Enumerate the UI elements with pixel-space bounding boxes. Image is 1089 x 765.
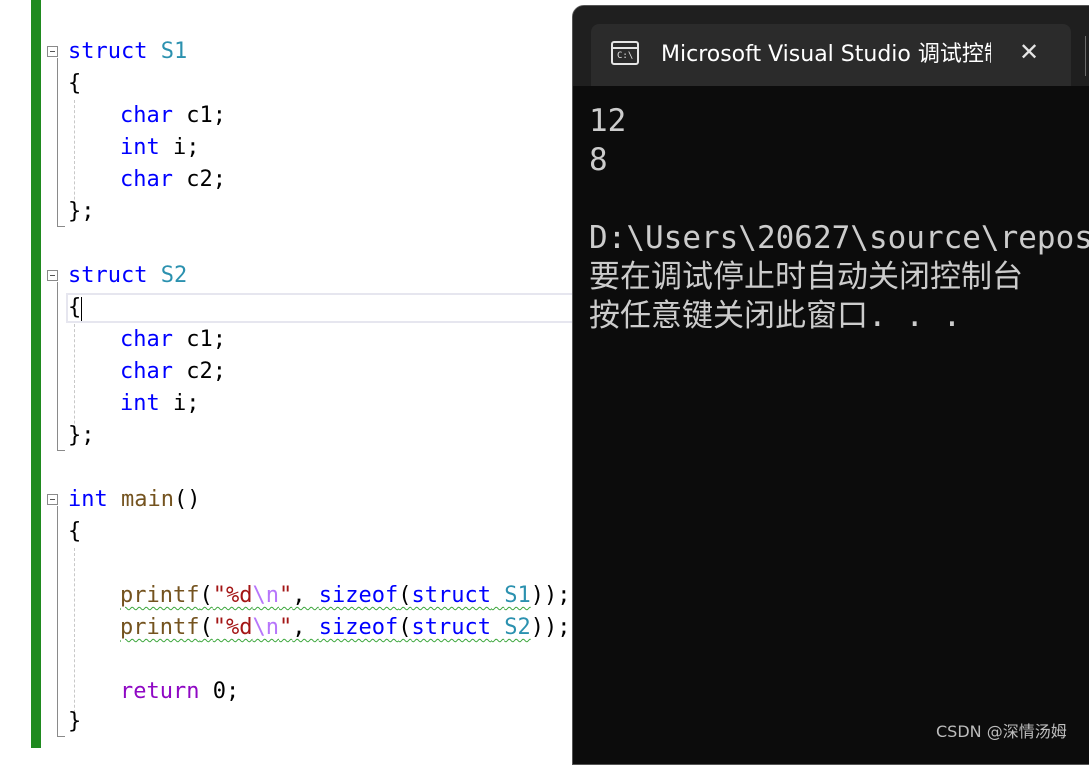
squiggle-warning[interactable]: printf("%d\n", sizeof(struct S1: [120, 583, 531, 608]
punct: ,: [292, 615, 319, 640]
brace: {: [68, 295, 82, 320]
member: c2;: [172, 359, 226, 384]
output-line: 按任意键关闭此窗口. . .: [589, 298, 962, 334]
console-title: Microsoft Visual Studio 调试控制台: [661, 42, 991, 67]
outline-end-main: [57, 736, 65, 737]
punct: ));: [530, 583, 571, 608]
function-name: printf: [120, 615, 200, 640]
collapse-struct-s2-icon[interactable]: [47, 270, 58, 281]
type-name: S2: [504, 615, 531, 640]
code-line[interactable]: {: [68, 68, 81, 100]
keyword: char: [120, 103, 173, 128]
code-line[interactable]: };: [68, 196, 95, 228]
brace: };: [68, 423, 95, 448]
function-name: main: [121, 487, 174, 512]
debug-console-window[interactable]: C:\ Microsoft Visual Studio 调试控制台 ✕ 128 …: [572, 5, 1089, 765]
escape-seq: \n: [252, 583, 279, 608]
keyword: char: [120, 359, 173, 384]
member: i;: [159, 391, 200, 416]
punct: (: [398, 615, 412, 640]
code-line[interactable]: char c2;: [120, 356, 226, 388]
output-line: D:\Users\20627\source\repos: [589, 220, 1089, 256]
tab-divider: [1085, 36, 1086, 76]
code-line[interactable]: char c2;: [120, 164, 226, 196]
terminal-icon-label: C:\: [617, 51, 634, 61]
parens: (): [173, 487, 201, 512]
indent-guide-main: [74, 548, 75, 728]
keyword: struct: [411, 615, 491, 640]
punct: (: [199, 583, 213, 608]
console-titlebar[interactable]: C:\ Microsoft Visual Studio 调试控制台 ✕: [573, 6, 1089, 86]
code-line[interactable]: };: [68, 420, 95, 452]
output-line: 8: [589, 142, 608, 178]
collapse-main-icon[interactable]: [47, 494, 58, 505]
brace: {: [68, 71, 82, 96]
keyword: sizeof: [318, 615, 399, 640]
brace: }: [68, 709, 82, 734]
punct: ,: [292, 583, 319, 608]
member: c2;: [172, 167, 226, 192]
outline-line-s2: [57, 282, 58, 450]
member: c1;: [172, 327, 226, 352]
current-line-highlight: [66, 293, 586, 323]
code-line[interactable]: char c1;: [120, 100, 226, 132]
keyword: struct: [68, 39, 148, 64]
code-line[interactable]: struct S1: [68, 36, 187, 68]
code-line[interactable]: {: [68, 292, 81, 324]
brace: {: [68, 519, 82, 544]
keyword: int: [68, 487, 108, 512]
outline-line-main: [57, 506, 58, 736]
outline-end-s2: [57, 450, 65, 451]
watermark: CSDN @深情汤姆: [936, 722, 1067, 741]
keyword: int: [120, 135, 160, 160]
output-line: 12: [589, 103, 627, 139]
collapse-struct-s1-icon[interactable]: [47, 46, 58, 57]
code-line[interactable]: {: [68, 516, 81, 548]
string: "%d: [212, 583, 253, 608]
code-line[interactable]: return 0;: [120, 676, 239, 708]
brace: };: [68, 199, 95, 224]
outline-end-s1: [57, 226, 65, 227]
punct: (: [199, 615, 213, 640]
escape-seq: \n: [252, 615, 279, 640]
punct: ));: [530, 615, 571, 640]
code-line[interactable]: int i;: [120, 132, 200, 164]
code-line[interactable]: char c1;: [120, 324, 226, 356]
close-icon[interactable]: ✕: [1015, 38, 1043, 66]
return-value: 0;: [199, 679, 240, 704]
string: ": [278, 583, 293, 608]
keyword: int: [120, 391, 160, 416]
keyword: sizeof: [318, 583, 399, 608]
code-line[interactable]: struct S2: [68, 260, 187, 292]
code-line[interactable]: printf("%d\n", sizeof(struct S1));: [120, 580, 570, 612]
type-name: S1: [160, 39, 188, 64]
code-line[interactable]: int main(): [68, 484, 200, 516]
string: "%d: [212, 615, 253, 640]
code-line[interactable]: printf("%d\n", sizeof(struct S2));: [120, 612, 570, 644]
type-name: S2: [160, 263, 188, 288]
keyword: char: [120, 167, 173, 192]
keyword: struct: [68, 263, 148, 288]
terminal-icon: C:\: [611, 41, 639, 65]
member: i;: [159, 135, 200, 160]
keyword: char: [120, 327, 173, 352]
code-line[interactable]: }: [68, 706, 81, 738]
punct: (: [398, 583, 412, 608]
type-name: S1: [504, 583, 531, 608]
member: c1;: [172, 103, 226, 128]
keyword: struct: [411, 583, 491, 608]
outline-line-s1: [57, 58, 58, 226]
output-line: 要在调试停止时自动关闭控制台: [589, 259, 1023, 295]
function-name: printf: [120, 583, 200, 608]
change-indicator-bar: [31, 0, 41, 748]
code-line[interactable]: int i;: [120, 388, 200, 420]
console-output: 12 8 D:\Users\20627\source\repos 要在调试停止时自动…: [589, 102, 1089, 336]
squiggle-warning[interactable]: printf("%d\n", sizeof(struct S2: [120, 615, 531, 640]
string: ": [278, 615, 293, 640]
console-tab[interactable]: C:\ Microsoft Visual Studio 调试控制台 ✕: [591, 24, 1071, 86]
keyword: return: [120, 679, 200, 704]
